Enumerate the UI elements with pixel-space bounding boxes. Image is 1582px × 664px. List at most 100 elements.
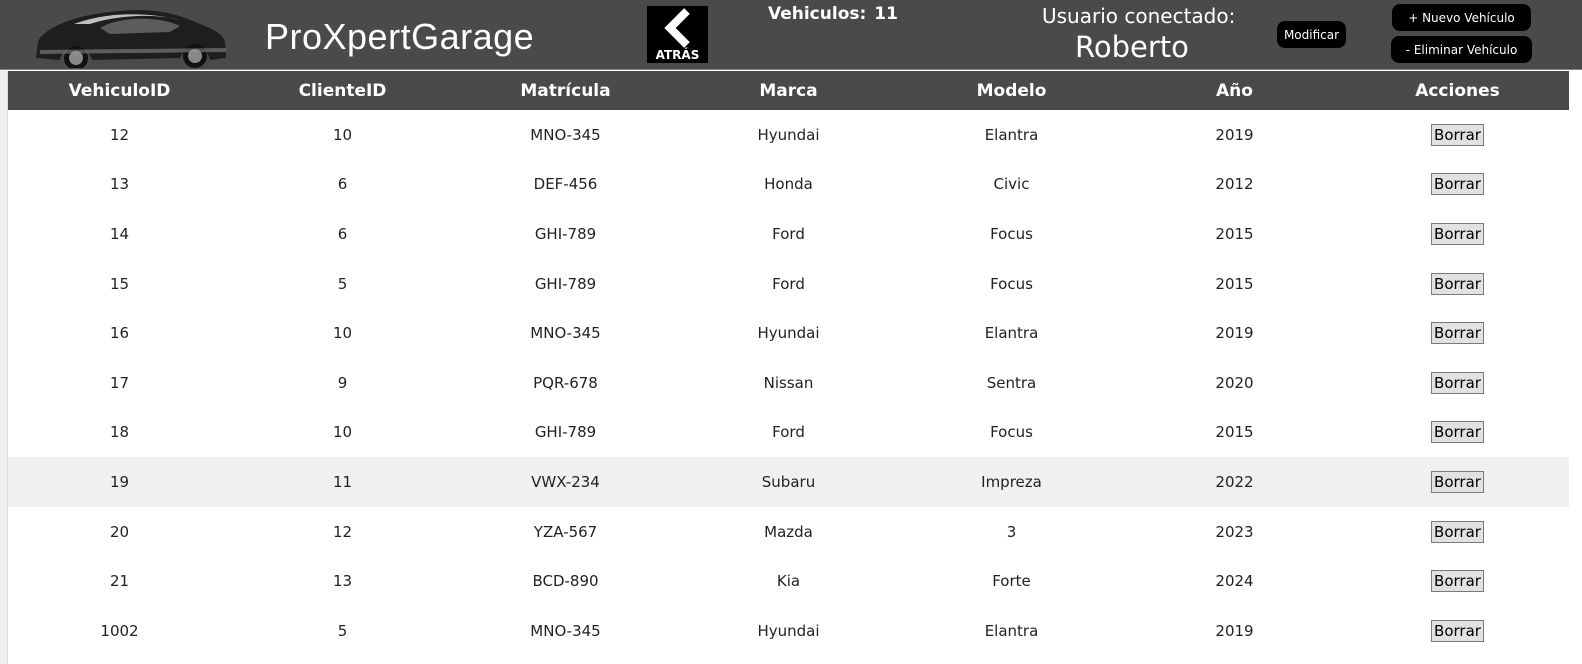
modelo-cell: Impreza bbox=[981, 472, 1042, 491]
modelo-cell: Focus bbox=[990, 274, 1033, 293]
actions-cell: Borrar bbox=[1346, 507, 1569, 557]
cliente-id-cell: 5 bbox=[337, 274, 348, 293]
delete-row-button[interactable]: Borrar bbox=[1431, 421, 1484, 444]
table-row[interactable]: 20 12 YZA-567 Mazda 3 2023 Borrar bbox=[8, 506, 1569, 557]
anio-cell: 2019 bbox=[1215, 125, 1254, 144]
matricula-cell: MNO-345 bbox=[530, 125, 601, 144]
vehiculo-id-cell: 19 bbox=[109, 472, 130, 491]
vehicle-count-label: Vehiculos: bbox=[768, 4, 867, 24]
table-row[interactable]: 18 10 GHI-789 Ford Focus 2015 Borrar bbox=[8, 407, 1569, 458]
table-row[interactable]: 12 10 MNO-345 Hyundai Elantra 2019 Borrar bbox=[8, 110, 1569, 160]
anio-cell: 2020 bbox=[1215, 373, 1254, 392]
new-vehicle-button[interactable]: + Nuevo Vehículo bbox=[1392, 4, 1531, 31]
marca-cell: Mazda bbox=[764, 522, 813, 541]
marca-cell: Hyundai bbox=[757, 621, 820, 640]
table-row[interactable]: 19 11 VWX-234 Subaru Impreza 2022 Borrar bbox=[8, 457, 1569, 507]
matricula-cell: BCD-890 bbox=[532, 572, 599, 591]
top-bar: ProXpertGarage ATRÁS Vehiculos: 11 Usuari… bbox=[0, 0, 1582, 70]
marca-cell: Nissan bbox=[763, 373, 814, 392]
delete-row-button[interactable]: Borrar bbox=[1431, 619, 1484, 642]
matricula-cell: DEF-456 bbox=[533, 175, 598, 194]
table-row[interactable]: 15 5 GHI-789 Ford Focus 2015 Borrar bbox=[8, 258, 1569, 309]
vehicles-table: VehiculoID ClienteID Matrícula Marca Mod… bbox=[8, 71, 1569, 656]
table-row[interactable]: 21 13 BCD-890 Kia Forte 2024 Borrar bbox=[8, 556, 1569, 606]
delete-vehicle-button[interactable]: - Eliminar Vehículo bbox=[1391, 36, 1532, 63]
marca-cell: Ford bbox=[772, 423, 805, 442]
delete-row-button[interactable]: Borrar bbox=[1431, 322, 1484, 345]
delete-row-button[interactable]: Borrar bbox=[1431, 173, 1484, 196]
vehiculo-id-cell: 20 bbox=[109, 522, 130, 541]
app-title: ProXpertGarage bbox=[265, 16, 535, 57]
marca-cell: Kia bbox=[776, 572, 801, 591]
vehiculo-id-cell: 12 bbox=[109, 125, 130, 144]
car-logo-icon bbox=[36, 10, 226, 68]
anio-cell: 2022 bbox=[1215, 472, 1254, 491]
table-row[interactable]: 16 10 MNO-345 Hyundai Elantra 2019 Borrar bbox=[8, 308, 1569, 358]
connected-user-name: Roberto bbox=[1075, 30, 1189, 64]
modelo-cell: Focus bbox=[990, 224, 1033, 243]
actions-cell: Borrar bbox=[1346, 556, 1569, 606]
matricula-cell: YZA-567 bbox=[533, 522, 598, 541]
cliente-id-cell: 12 bbox=[332, 522, 353, 541]
modelo-cell: Forte bbox=[992, 572, 1031, 591]
vehiculo-id-cell: 1002 bbox=[100, 621, 139, 640]
actions-cell: Borrar bbox=[1346, 457, 1569, 507]
column-header-modelo[interactable]: Modelo bbox=[900, 71, 1123, 110]
anio-cell: 2023 bbox=[1215, 522, 1254, 541]
marca-cell: Subaru bbox=[761, 472, 816, 491]
column-header-cliente-id[interactable]: ClienteID bbox=[231, 71, 454, 110]
cliente-id-cell: 5 bbox=[337, 621, 348, 640]
vehiculo-id-cell: 17 bbox=[109, 373, 130, 392]
marca-cell: Honda bbox=[764, 175, 813, 194]
cliente-id-cell: 6 bbox=[337, 224, 348, 243]
matricula-cell: PQR-678 bbox=[533, 373, 598, 392]
modelo-cell: Elantra bbox=[984, 324, 1039, 343]
column-header-marca[interactable]: Marca bbox=[677, 71, 900, 110]
actions-cell: Borrar bbox=[1346, 209, 1569, 259]
vehiculo-id-cell: 13 bbox=[109, 175, 130, 194]
vehiculo-id-cell: 21 bbox=[109, 572, 130, 591]
column-header-vehiculo-id[interactable]: VehiculoID bbox=[8, 71, 231, 110]
table-body: 12 10 MNO-345 Hyundai Elantra 2019 Borrar 13 6 DE… bbox=[8, 110, 1569, 656]
table-row[interactable]: 1002 5 MNO-345 Hyundai Elantra 2019 Borrar bbox=[8, 605, 1569, 656]
marca-cell: Ford bbox=[772, 224, 805, 243]
delete-row-button[interactable]: Borrar bbox=[1431, 520, 1484, 543]
actions-cell: Borrar bbox=[1346, 606, 1569, 656]
connected-user-label: Usuario conectado: bbox=[1042, 4, 1236, 28]
table-row[interactable]: 13 6 DEF-456 Honda Civic 2012 Borrar bbox=[8, 159, 1569, 210]
back-button[interactable]: ATRÁS bbox=[647, 6, 708, 63]
vehiculo-id-cell: 14 bbox=[109, 224, 130, 243]
vehiculo-id-cell: 18 bbox=[109, 423, 130, 442]
column-header-anio[interactable]: Año bbox=[1123, 71, 1346, 110]
column-header-acciones: Acciones bbox=[1415, 80, 1500, 101]
column-header-matricula[interactable]: Matrícula bbox=[454, 71, 677, 110]
modelo-cell: 3 bbox=[1006, 522, 1017, 541]
actions-cell: Borrar bbox=[1346, 408, 1569, 458]
cliente-id-cell: 6 bbox=[337, 175, 348, 194]
cliente-id-cell: 10 bbox=[332, 423, 353, 442]
anio-cell: 2015 bbox=[1215, 274, 1254, 293]
matricula-cell: GHI-789 bbox=[534, 224, 597, 243]
table-row[interactable]: 14 6 GHI-789 Ford Focus 2015 Borrar bbox=[8, 209, 1569, 259]
marca-cell: Hyundai bbox=[757, 324, 820, 343]
matricula-cell: VWX-234 bbox=[531, 472, 600, 491]
matricula-cell: GHI-789 bbox=[534, 423, 597, 442]
delete-row-button[interactable]: Borrar bbox=[1431, 272, 1484, 295]
actions-cell: Borrar bbox=[1346, 308, 1569, 358]
delete-row-button[interactable]: Borrar bbox=[1431, 371, 1484, 394]
delete-row-button[interactable]: Borrar bbox=[1431, 123, 1484, 146]
modelo-cell: Elantra bbox=[984, 125, 1039, 144]
table-row[interactable]: 17 9 PQR-678 Nissan Sentra 2020 Borrar bbox=[8, 357, 1569, 408]
anio-cell: 2012 bbox=[1215, 175, 1254, 194]
table-header: VehiculoID ClienteID Matrícula Marca Mod… bbox=[8, 71, 1569, 110]
modelo-cell: Focus bbox=[990, 423, 1033, 442]
modelo-cell: Sentra bbox=[986, 373, 1037, 392]
cliente-id-cell: 10 bbox=[332, 324, 353, 343]
modify-button[interactable]: Modificar bbox=[1277, 21, 1346, 48]
delete-row-button[interactable]: Borrar bbox=[1431, 222, 1484, 245]
delete-row-button[interactable]: Borrar bbox=[1431, 570, 1484, 593]
marca-cell: Hyundai bbox=[757, 125, 820, 144]
row-header-gutter bbox=[0, 71, 8, 664]
delete-row-button[interactable]: Borrar bbox=[1431, 470, 1484, 493]
vehiculo-id-cell: 15 bbox=[109, 274, 130, 293]
